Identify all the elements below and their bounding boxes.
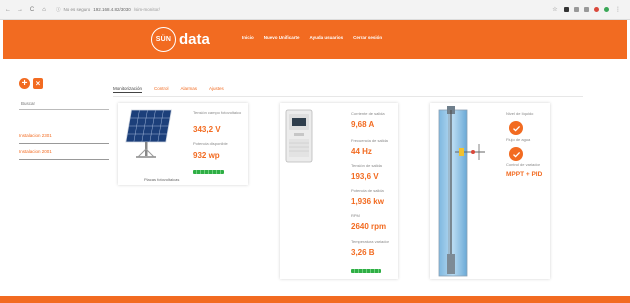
status-bar	[351, 269, 381, 273]
address-bar[interactable]: ⓘ No es seguro 192.168.4.82/3030/sim-mon…	[52, 4, 312, 15]
tab-settings[interactable]: Ajustes	[209, 86, 224, 93]
metric-label: RPM	[351, 213, 360, 218]
metric-value: 3,26 B	[351, 248, 375, 257]
well-pump-image	[438, 106, 485, 277]
pump-card: Nivel de líquido Flujo de agua Control d…	[430, 103, 550, 279]
metric-label: Frecuencia de salida	[351, 138, 388, 143]
back-icon[interactable]: ←	[4, 7, 12, 13]
status-bar	[193, 170, 224, 174]
main-nav: Inicio Nuevo Unificarte Ayuda usuarios C…	[242, 35, 382, 40]
drive-card: Corriente de salida 9,68 A Frecuencia de…	[280, 103, 398, 279]
reload-icon[interactable]: C	[28, 7, 36, 13]
level-label: Nivel de líquido	[506, 111, 534, 116]
tab-divider	[113, 96, 583, 97]
metric-value: 9,68 A	[351, 120, 375, 129]
url-path: /sim-monitor/	[133, 7, 160, 12]
menu-icon[interactable]: ⋮	[614, 6, 622, 13]
logo-circle: SÜN	[151, 27, 176, 52]
url-host: 192.168.4.82/3030	[93, 7, 131, 12]
power-label: Potencia disponible	[193, 141, 228, 146]
flow-ok-indicator	[509, 147, 523, 161]
security-label: No es seguro	[63, 7, 91, 12]
control-mode-label: Control de variador	[506, 162, 541, 167]
voltage-label: Tensión campo fotovoltaico	[193, 110, 242, 115]
browser-toolbar: ← → C ⌂ ⓘ No es seguro 192.168.4.82/3030…	[0, 0, 630, 20]
extension-icon[interactable]	[564, 7, 569, 12]
metric-label: Temperatura variador	[351, 239, 390, 244]
app-header: SÜN data Inicio Nuevo Unificarte Ayuda u…	[3, 20, 627, 59]
solar-panel-card: Tensión campo fotovoltaico 343,2 V Poten…	[118, 103, 248, 185]
voltage-value: 343,2 V	[193, 125, 221, 134]
installations-sidebar: + × Instalacion 2301 Instalacion 2001	[19, 78, 109, 160]
inverter-image	[285, 109, 313, 163]
metric-label: Corriente de salida	[351, 111, 385, 116]
tab-monitoring[interactable]: Monitorización	[113, 86, 143, 93]
plus-icon: +	[21, 77, 28, 89]
flow-label: Flujo de agua	[506, 137, 531, 142]
power-value: 932 wp	[193, 151, 220, 160]
nav-new[interactable]: Nuevo Unificarte	[264, 35, 300, 40]
add-installation-button[interactable]: +	[19, 78, 30, 89]
logo-text: data	[179, 31, 210, 48]
metric-value: 1,936 kw	[351, 197, 384, 206]
control-mode-value: MPPT + PID	[506, 171, 543, 178]
bookmark-star-icon[interactable]: ☆	[551, 6, 559, 13]
solar-panel-image	[125, 109, 172, 158]
logo[interactable]: SÜN data	[151, 27, 210, 52]
check-icon	[512, 151, 520, 158]
tab-bar: Monitorización Control Alarmas Ajustes	[113, 86, 224, 93]
nav-help[interactable]: Ayuda usuarios	[310, 35, 344, 40]
home-icon[interactable]: ⌂	[40, 7, 48, 13]
nav-logout[interactable]: Cerrar sesión	[353, 35, 382, 40]
page-footer	[0, 296, 630, 303]
list-item[interactable]: Instalacion 2301	[19, 128, 109, 144]
close-icon: ×	[35, 79, 41, 88]
tab-alarms[interactable]: Alarmas	[181, 86, 198, 93]
extension-icon[interactable]	[604, 7, 609, 12]
metric-value: 44 Hz	[351, 147, 372, 156]
metric-label: Tensión de salida	[351, 163, 382, 168]
list-item[interactable]: Instalacion 2001	[19, 144, 109, 160]
extension-icon[interactable]	[584, 7, 589, 12]
delete-installation-button[interactable]: ×	[33, 78, 43, 89]
extension-icon[interactable]	[594, 7, 599, 12]
tab-control[interactable]: Control	[154, 86, 169, 93]
nav-home[interactable]: Inicio	[242, 35, 254, 40]
metric-label: Potencia de salida	[351, 188, 384, 193]
installation-list: Instalacion 2301 Instalacion 2001	[19, 128, 109, 160]
info-icon: ⓘ	[56, 6, 61, 12]
forward-icon[interactable]: →	[16, 7, 24, 13]
search-input[interactable]	[19, 98, 109, 110]
metric-value: 193,6 V	[351, 172, 379, 181]
metric-value: 2640 rpm	[351, 222, 387, 231]
solar-caption: Placas fotovoltaicas	[144, 177, 180, 182]
check-icon	[512, 125, 520, 132]
extension-icon[interactable]	[574, 7, 579, 12]
level-ok-indicator	[509, 121, 523, 135]
